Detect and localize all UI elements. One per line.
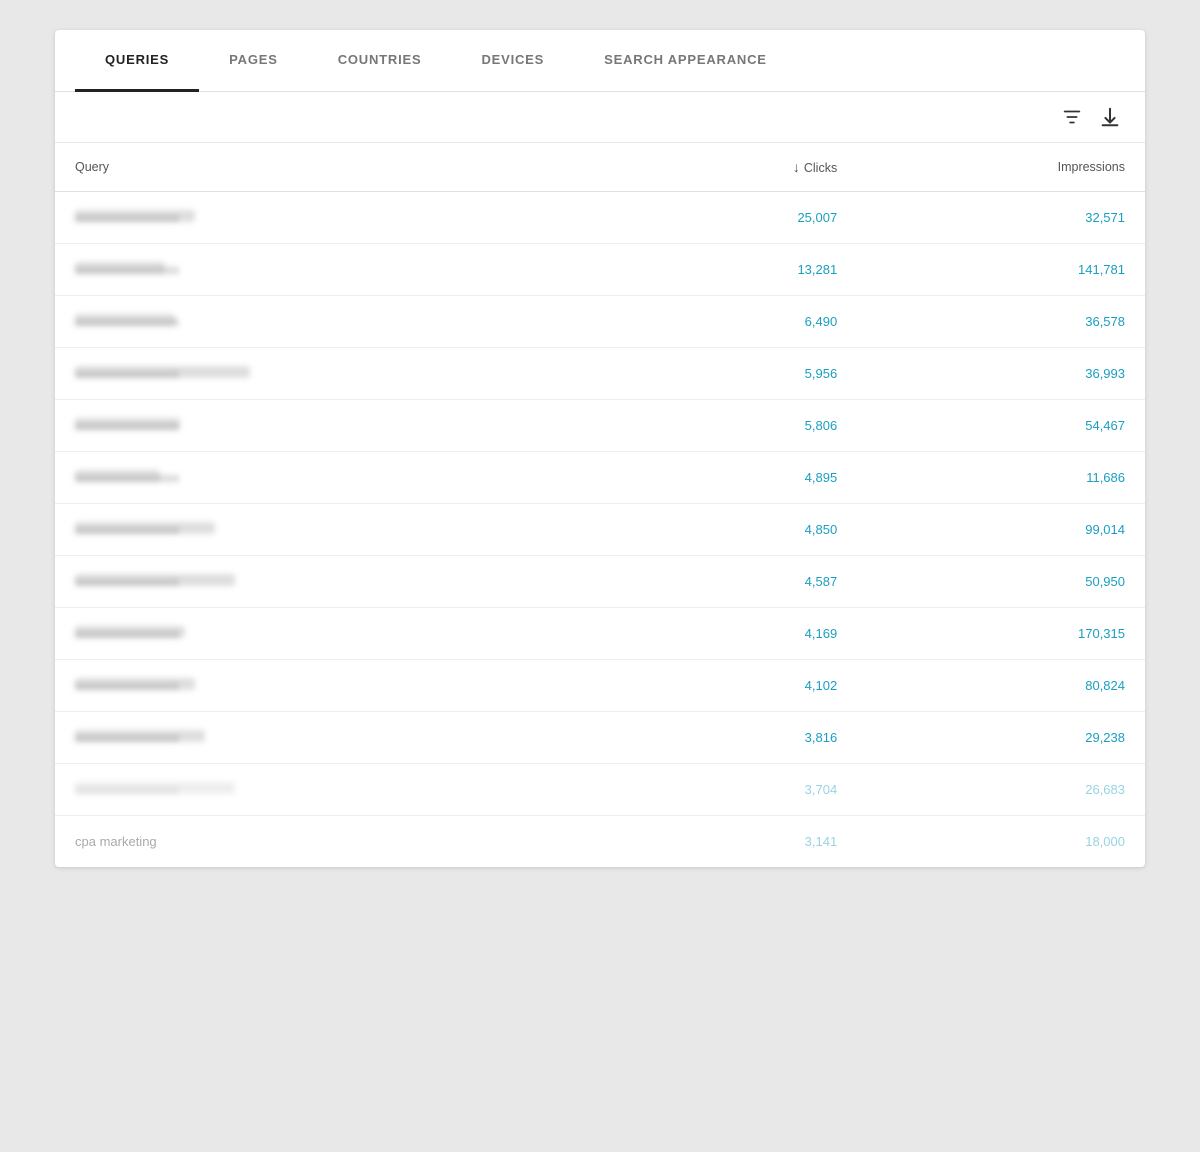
table-row[interactable]: cpa marketing3,14118,000 (55, 816, 1145, 868)
impressions-cell: 32,571 (857, 192, 1145, 244)
impressions-cell: 36,993 (857, 348, 1145, 400)
clicks-cell: 4,102 (631, 660, 857, 712)
query-cell: xxxxxxxxxxxxxxxx (55, 660, 631, 712)
filter-icon[interactable] (1061, 106, 1083, 128)
query-cell: xxxxxxxxxxxxxxxx (55, 556, 631, 608)
impressions-cell: 18,000 (857, 816, 1145, 868)
clicks-cell: 5,806 (631, 400, 857, 452)
tab-countries[interactable]: COUNTRIES (308, 30, 452, 92)
query-cell: xxxxxxxxxxxxxxxx (55, 452, 631, 504)
table-row[interactable]: xxxxxxxxxxxxxxxx4,89511,686 (55, 452, 1145, 504)
table-row[interactable]: xxxxxxxxxxxxxxxx3,70426,683 (55, 764, 1145, 816)
column-header-query: Query (55, 143, 631, 192)
query-cell: xxxxxxxxxxxxxxxx (55, 244, 631, 296)
impressions-cell: 141,781 (857, 244, 1145, 296)
table-row[interactable]: xxxxxxxxxxxxxxxx4,85099,014 (55, 504, 1145, 556)
query-cell: xxxxxxxxxxxxxxxx (55, 400, 631, 452)
table-row[interactable]: xxxxxxxxxxxxxxxx3,81629,238 (55, 712, 1145, 764)
clicks-cell: 4,895 (631, 452, 857, 504)
impressions-cell: 29,238 (857, 712, 1145, 764)
data-table: Query ↓Clicks Impressions xxxxxxxxxxxxxx… (55, 143, 1145, 867)
column-header-impressions: Impressions (857, 143, 1145, 192)
impressions-cell: 36,578 (857, 296, 1145, 348)
query-cell: xxxxxxxxxxxxxxxx (55, 192, 631, 244)
main-card: QUERIES PAGES COUNTRIES DEVICES SEARCH A… (55, 30, 1145, 867)
clicks-cell: 6,490 (631, 296, 857, 348)
impressions-cell: 54,467 (857, 400, 1145, 452)
clicks-cell: 3,141 (631, 816, 857, 868)
clicks-cell: 3,816 (631, 712, 857, 764)
tab-bar: QUERIES PAGES COUNTRIES DEVICES SEARCH A… (55, 30, 1145, 92)
clicks-cell: 5,956 (631, 348, 857, 400)
table-row[interactable]: xxxxxxxxxxxxxxxx4,10280,824 (55, 660, 1145, 712)
clicks-cell: 25,007 (631, 192, 857, 244)
query-cell: xxxxxxxxxxxxxxxx (55, 712, 631, 764)
query-cell: cpa marketing (55, 816, 631, 868)
table-row[interactable]: xxxxxxxxxxxxxxxx5,80654,467 (55, 400, 1145, 452)
query-cell: xxxxxxxxxxxxxxxx (55, 764, 631, 816)
clicks-cell: 4,850 (631, 504, 857, 556)
clicks-cell: 13,281 (631, 244, 857, 296)
tab-queries[interactable]: QUERIES (75, 30, 199, 92)
query-cell: xxxxxxxxxxxxxxxx (55, 348, 631, 400)
impressions-cell: 80,824 (857, 660, 1145, 712)
tab-devices[interactable]: DEVICES (451, 30, 574, 92)
impressions-cell: 11,686 (857, 452, 1145, 504)
query-cell: xxxxxxxxxxxxxxxx (55, 296, 631, 348)
tab-pages[interactable]: PAGES (199, 30, 308, 92)
table-row[interactable]: xxxxxxxxxxxxxxxx25,00732,571 (55, 192, 1145, 244)
impressions-cell: 26,683 (857, 764, 1145, 816)
table-row[interactable]: xxxxxxxxxxxxxxxx5,95636,993 (55, 348, 1145, 400)
table-row[interactable]: xxxxxxxxxxxxxxxx4,169170,315 (55, 608, 1145, 660)
clicks-cell: 3,704 (631, 764, 857, 816)
download-icon[interactable] (1099, 106, 1121, 128)
toolbar (55, 92, 1145, 143)
impressions-cell: 50,950 (857, 556, 1145, 608)
query-cell: xxxxxxxxxxxxxxxx (55, 608, 631, 660)
table-row[interactable]: xxxxxxxxxxxxxxxx13,281141,781 (55, 244, 1145, 296)
impressions-cell: 170,315 (857, 608, 1145, 660)
impressions-cell: 99,014 (857, 504, 1145, 556)
sort-arrow-icon: ↓ (793, 159, 800, 175)
clicks-cell: 4,587 (631, 556, 857, 608)
table-row[interactable]: xxxxxxxxxxxxxxxx4,58750,950 (55, 556, 1145, 608)
tab-search-appearance[interactable]: SEARCH APPEARANCE (574, 30, 797, 92)
column-header-clicks[interactable]: ↓Clicks (631, 143, 857, 192)
clicks-cell: 4,169 (631, 608, 857, 660)
table-row[interactable]: xxxxxxxxxxxxxxxx6,49036,578 (55, 296, 1145, 348)
query-cell: xxxxxxxxxxxxxxxx (55, 504, 631, 556)
